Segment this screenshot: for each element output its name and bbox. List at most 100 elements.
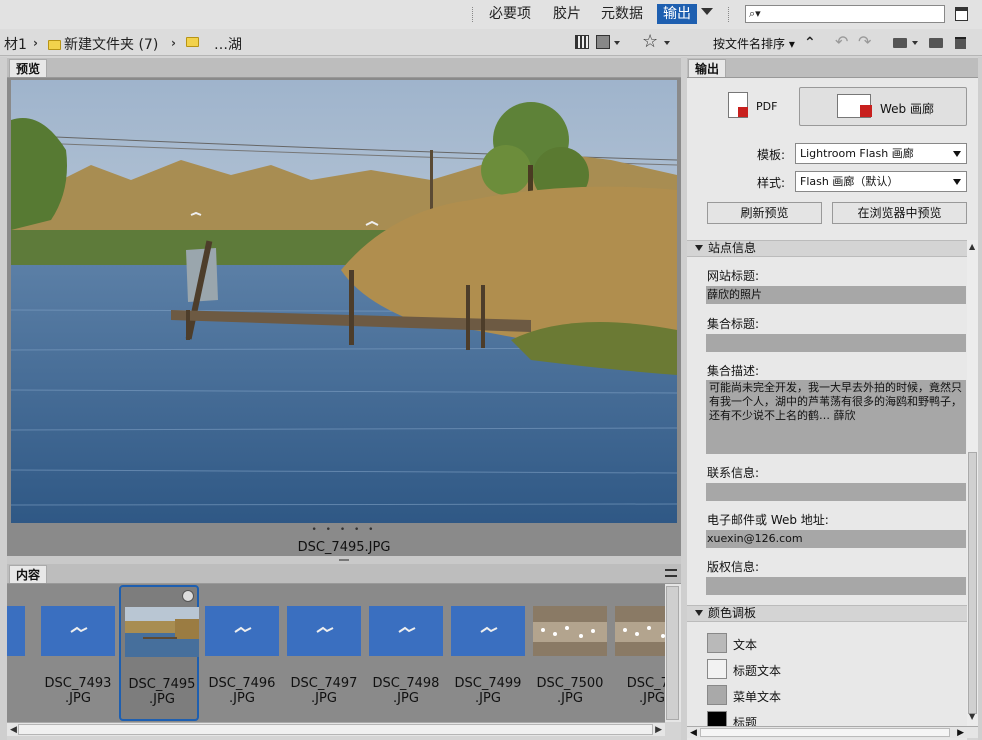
panel-menu-icon[interactable] [665, 569, 677, 577]
thumbnail-filename-line2: .JPG [475, 691, 501, 706]
scroll-right-icon[interactable]: ▶ [655, 725, 662, 735]
thumbnail-view-icon[interactable] [596, 35, 610, 49]
tab-output[interactable]: 输出 [688, 59, 727, 77]
collapse-triangle-icon [695, 245, 703, 251]
collection-desc-field[interactable]: 可能尚未完全开发，我一大早去外拍的时候，竟然只有我一个人，湖中的芦苇荡有很多的海… [706, 380, 966, 454]
email-field[interactable]: xuexin@126.com [706, 530, 966, 548]
contact-field[interactable] [706, 483, 966, 501]
scroll-up-icon[interactable]: ▲ [969, 242, 975, 251]
scroll-left-icon[interactable]: ◀ [10, 725, 17, 735]
stack-badge-icon[interactable] [182, 590, 194, 602]
collection-title-field[interactable] [706, 334, 966, 352]
chevron-right-icon[interactable]: › [33, 36, 38, 50]
thumbnail-filename-line1: DSC_7497 [290, 676, 358, 691]
chevron-right-icon[interactable]: › [171, 36, 176, 50]
chevron-down-icon[interactable] [614, 41, 620, 45]
star-icon[interactable]: ☆ [642, 31, 658, 52]
breadcrumb-item-current[interactable]: …湖 [214, 34, 242, 54]
swatch-label: 标题文本 [733, 664, 782, 678]
scroll-down-icon[interactable]: ▼ [969, 712, 975, 721]
horizontal-splitter[interactable] [7, 556, 681, 564]
breadcrumb-item[interactable]: 材1 [4, 34, 27, 54]
thumbnail-item[interactable]: DSC_7495 .JPG [119, 585, 199, 721]
scrollbar-thumb[interactable] [18, 724, 653, 735]
header-text-color-swatch[interactable] [707, 659, 727, 679]
window-layout-icon[interactable] [955, 7, 968, 21]
open-recent-folder-icon[interactable] [893, 38, 907, 48]
copyright-field[interactable] [706, 577, 966, 595]
scrollbar-thumb[interactable] [700, 728, 950, 737]
text-color-swatch[interactable] [707, 633, 727, 653]
thumbnail-image [287, 606, 361, 656]
breadcrumb-item[interactable]: 新建文件夹 (7) [48, 34, 158, 54]
quality-filter-icon[interactable] [575, 35, 589, 49]
new-folder-icon[interactable] [929, 38, 943, 48]
rotate-right-icon[interactable]: ↷ [858, 32, 871, 51]
thumbnail-item[interactable]: DSC_7499 .JPG [447, 584, 527, 722]
tab-content[interactable]: 内容 [9, 565, 48, 583]
thumbnail-image [205, 606, 279, 656]
template-label: 模板: [757, 148, 786, 162]
folder-icon [186, 37, 199, 47]
workspace-tab-output[interactable]: 输出 [657, 4, 697, 24]
tab-preview[interactable]: 预览 [9, 59, 48, 77]
lake-photo [11, 80, 677, 523]
search-input[interactable]: ⌕▾ [745, 5, 945, 23]
scrollbar-thumb[interactable] [968, 452, 977, 714]
chevron-down-icon[interactable] [664, 41, 670, 45]
thumbnail-image [41, 606, 115, 656]
settings-horizontal-scrollbar[interactable]: ◀ ▶ [687, 726, 978, 738]
splitter-grip-icon[interactable] [339, 559, 349, 561]
scroll-right-icon[interactable]: ▶ [957, 728, 964, 738]
pdf-button[interactable]: PDF [726, 90, 786, 124]
workspace-tab-metadata[interactable]: 元数据 [601, 4, 643, 24]
thumbnail-item[interactable]: DSC_7500 .JPG [529, 584, 609, 722]
chevron-down-icon[interactable] [912, 41, 918, 45]
thumbnail-image [451, 606, 525, 656]
preview-dots: • • • • • [311, 525, 377, 535]
thumbnail-filename: DSC_75.JPG [611, 676, 665, 706]
site-title-field[interactable]: 薛欣的照片 [706, 286, 966, 304]
workspace-bar: 必要项 胶片 元数据 输出 ⌕▾ [0, 0, 982, 29]
search-icon[interactable]: ⌕▾ [749, 7, 761, 21]
left-panel-splitter[interactable] [0, 57, 7, 740]
swatch-label: 文本 [733, 638, 758, 652]
breadcrumb-item[interactable] [186, 34, 202, 50]
thumbnail-item[interactable]: DSC_7493 .JPG [37, 584, 117, 722]
sort-dropdown[interactable]: 按文件名排序 ▾ [713, 35, 795, 52]
section-color-palette-header[interactable]: 颜色调板 [687, 605, 967, 622]
thumbnail-image [369, 606, 443, 656]
thumbnail-filename-line2: .JPG [149, 692, 175, 707]
scrollbar-thumb[interactable] [666, 586, 679, 720]
workspace-tab-filmstrip[interactable]: 胶片 [553, 4, 581, 24]
web-gallery-button[interactable]: Web 画廊 [799, 87, 967, 126]
refresh-preview-button[interactable]: 刷新预览 [707, 202, 822, 224]
preview-in-browser-button[interactable]: 在浏览器中预览 [832, 202, 967, 224]
template-value: Lightroom Flash 画廊 [800, 147, 914, 160]
site-title-label: 网站标题: [707, 269, 760, 283]
thumbnail-item[interactable]: DSC_75.JPG [611, 584, 665, 722]
chevron-down-icon[interactable] [701, 8, 713, 15]
content-thumbnails: 491GDSC_7493.JPGDSC_7495.JPGDSC_7496.JPG… [7, 584, 665, 722]
sort-ascending-icon[interactable]: ⌃ [804, 35, 816, 51]
workspace-tab-essentials[interactable]: 必要项 [489, 4, 531, 24]
thumbnail-item[interactable]: DSC_7497 .JPG [283, 584, 363, 722]
template-select[interactable]: Lightroom Flash 画廊 [795, 143, 967, 164]
menu-text-color-swatch[interactable] [707, 685, 727, 705]
trash-icon[interactable] [955, 37, 966, 49]
settings-vertical-scrollbar[interactable]: ▲ ▼ [967, 240, 978, 726]
thumbnail-item[interactable]: DSC_7496 .JPG [201, 584, 281, 722]
section-site-info-header[interactable]: 站点信息 [687, 240, 967, 257]
swatch-label: 菜单文本 [733, 690, 782, 704]
thumbnail-item[interactable]: 491G [7, 584, 27, 722]
thumbnail-item[interactable]: DSC_7498 .JPG [365, 584, 445, 722]
thumbnail-filename: DSC_7499 .JPG [447, 676, 529, 706]
chevron-down-icon [953, 151, 961, 157]
scroll-left-icon[interactable]: ◀ [690, 728, 697, 738]
content-vertical-scrollbar[interactable] [665, 584, 681, 722]
preview-image[interactable] [11, 80, 677, 523]
style-select[interactable]: Flash 画廊（默认） [795, 171, 967, 192]
rotate-left-icon[interactable]: ↶ [835, 32, 848, 51]
content-horizontal-scrollbar[interactable]: ◀ ▶ [7, 722, 665, 736]
thumbnail-filename-line1: DSC_7496 [208, 676, 276, 691]
